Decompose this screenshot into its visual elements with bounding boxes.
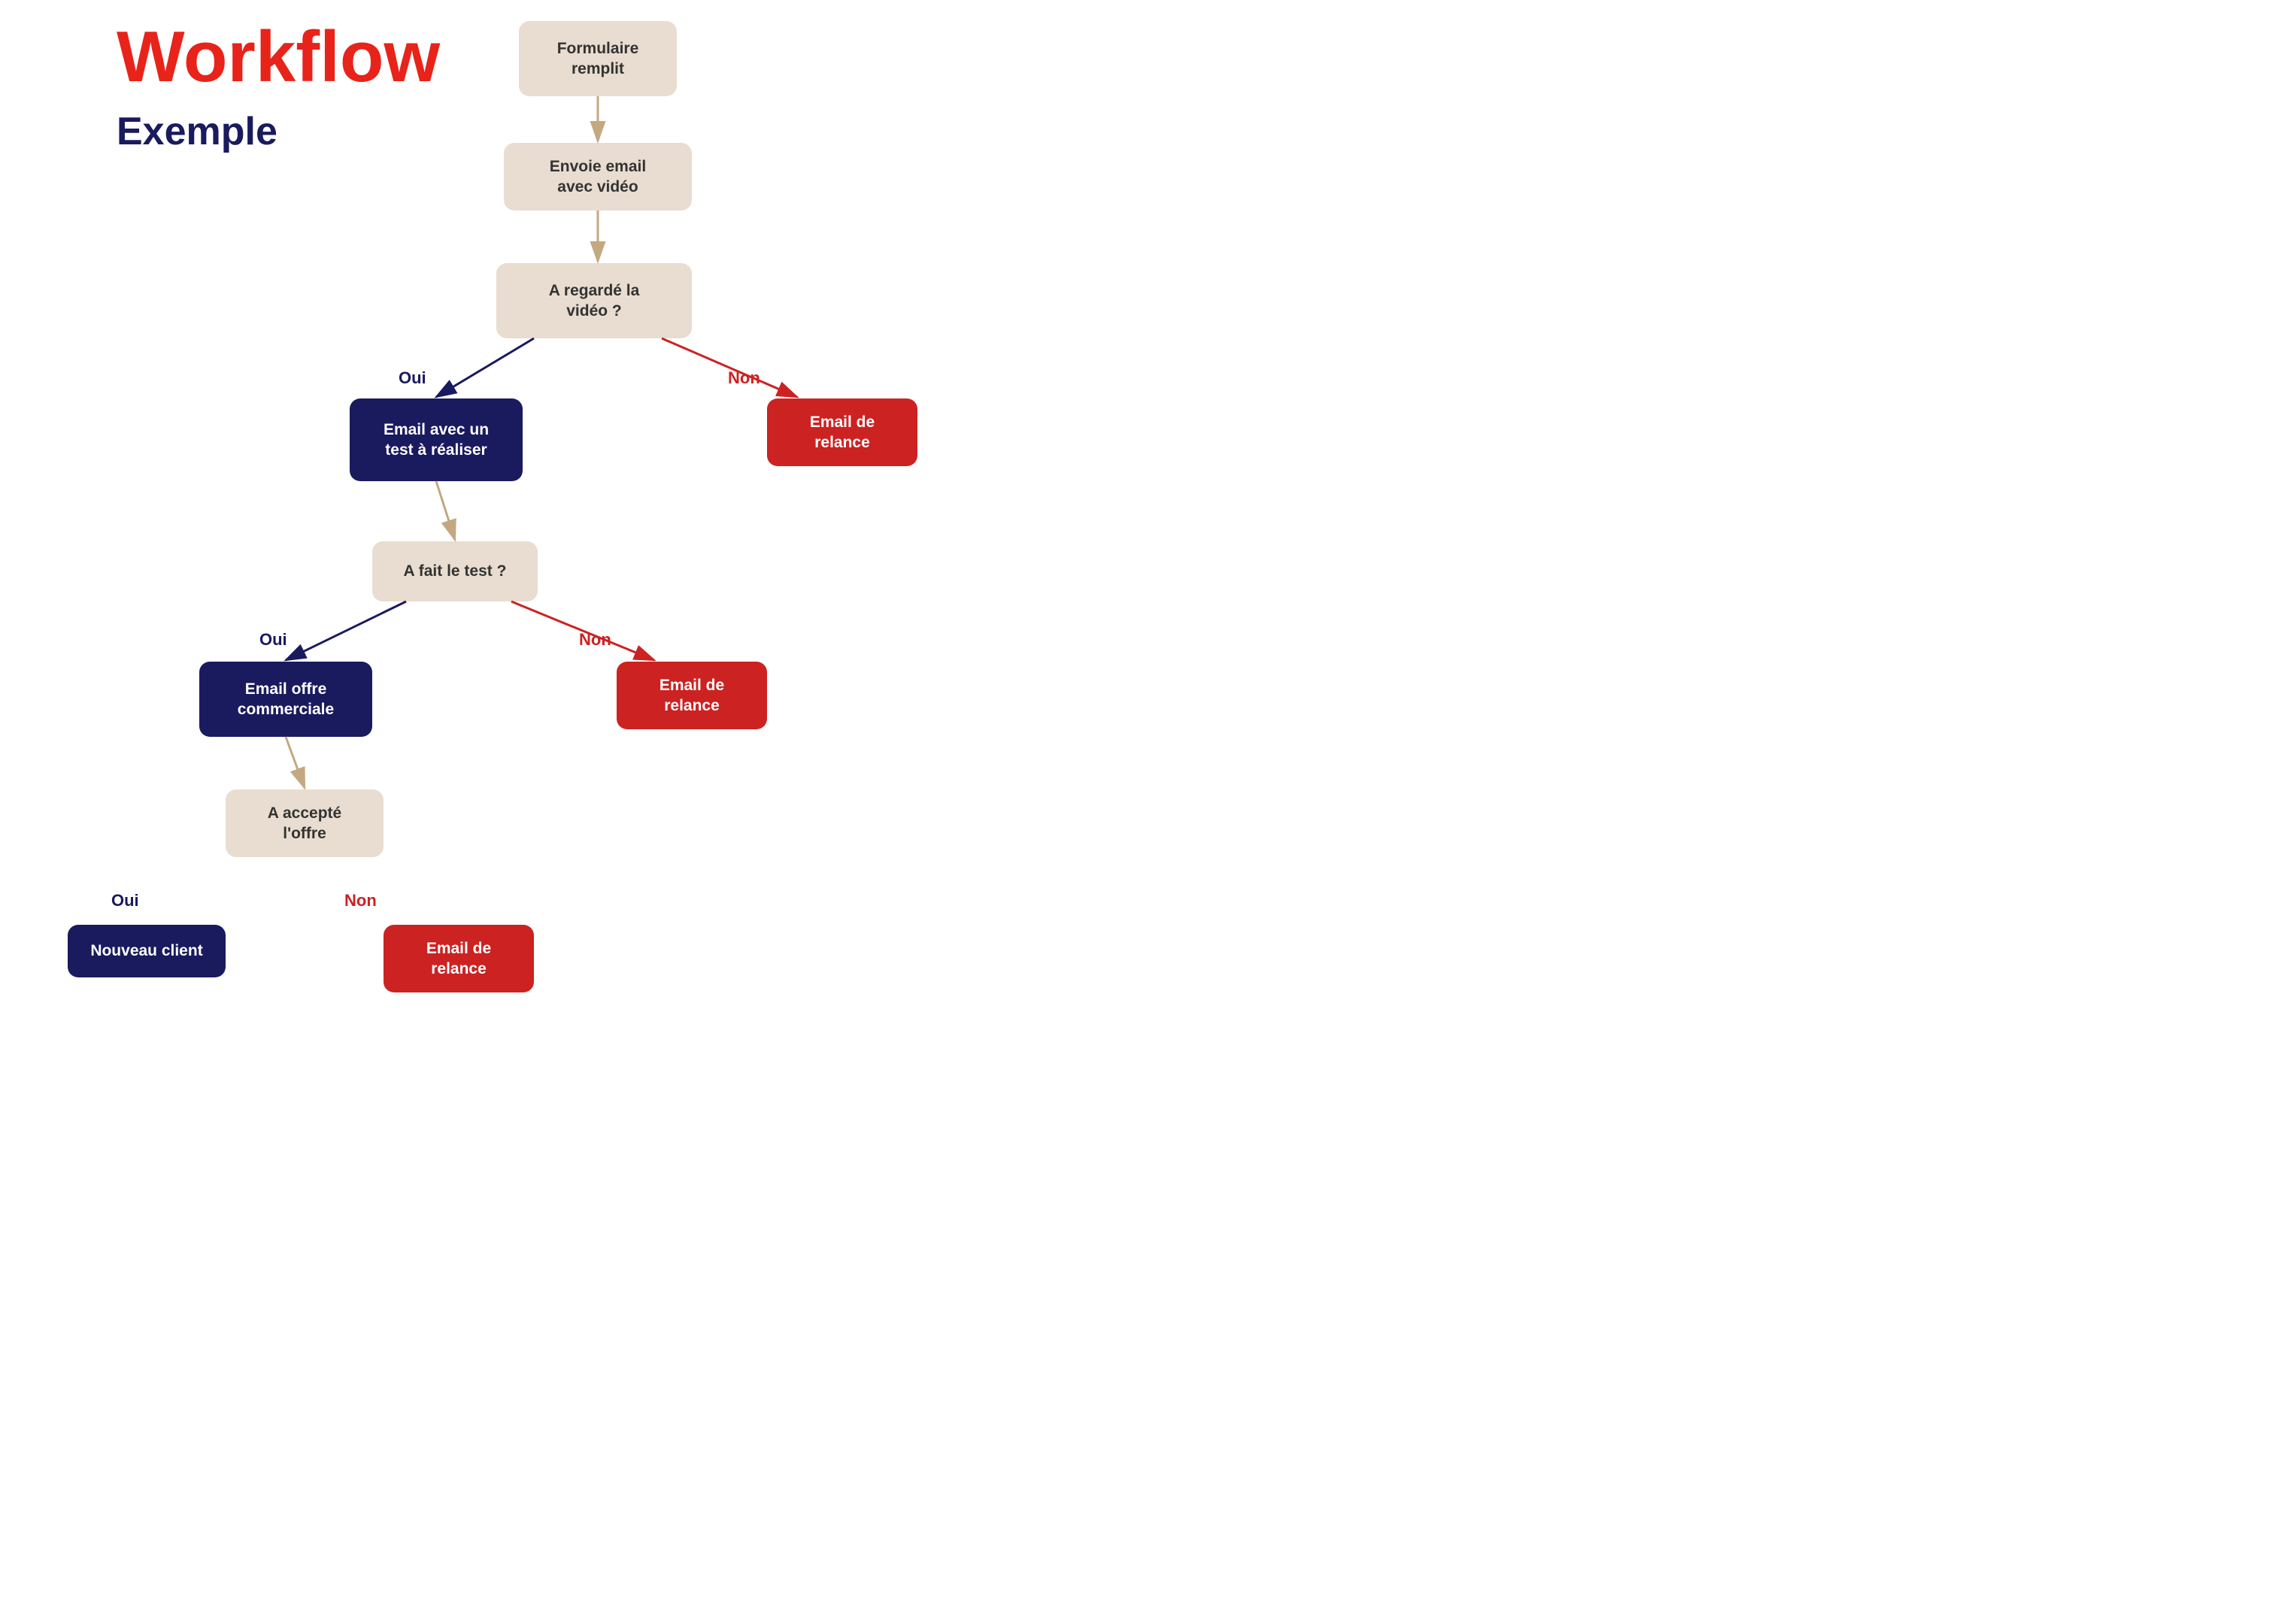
label-oui-test: Oui bbox=[259, 630, 287, 650]
node-email-test: Email avec un test à réaliser bbox=[350, 398, 523, 481]
node-accepte-offre: A accepté l'offre bbox=[226, 789, 384, 857]
label-oui-offre: Oui bbox=[111, 891, 139, 910]
node-email-relance-3: Email de relance bbox=[384, 925, 534, 992]
node-regarde-video: A regardé la vidéo ? bbox=[496, 263, 692, 338]
label-non-test: Non bbox=[579, 630, 611, 650]
node-email-relance-1: Email de relance bbox=[767, 398, 917, 466]
node-email-offre: Email offre commerciale bbox=[199, 662, 372, 737]
label-oui-video: Oui bbox=[399, 368, 426, 388]
node-envoie-email: Envoie email avec vidéo bbox=[504, 143, 692, 211]
label-non-offre: Non bbox=[344, 891, 377, 910]
node-nouveau-client: Nouveau client bbox=[68, 925, 226, 977]
page-title: Workflow bbox=[117, 21, 440, 93]
node-formulaire: Formulaire remplit bbox=[519, 21, 677, 96]
node-email-relance-2: Email de relance bbox=[617, 662, 767, 729]
label-non-video: Non bbox=[728, 368, 760, 388]
page-subtitle: Exemple bbox=[117, 109, 277, 154]
node-fait-test: A fait le test ? bbox=[372, 541, 538, 601]
